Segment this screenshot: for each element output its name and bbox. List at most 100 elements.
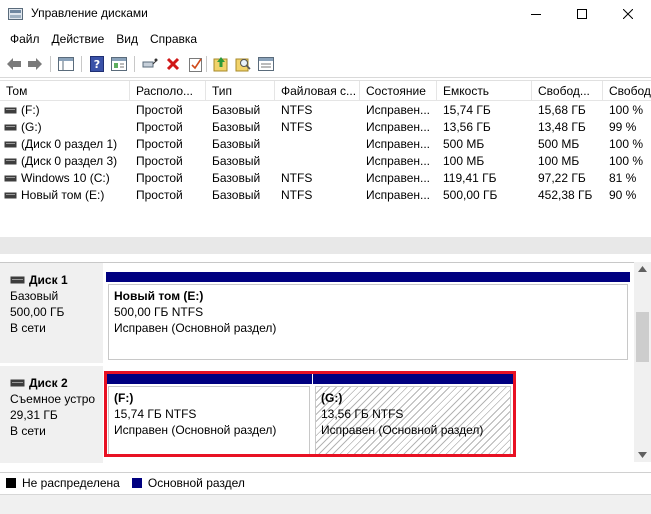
volume-capacity: 500 МБ [443,137,485,151]
menu-view[interactable]: Вид [110,28,144,50]
column-header-capacity[interactable]: Емкость [437,81,532,101]
volume-name: (F:) [21,103,40,117]
partition-name: Новый том (E:) [114,289,204,303]
volume-layout: Простой [136,154,183,168]
volume-capacity: 15,74 ГБ [443,103,491,117]
window-title: Управление дисками [31,6,148,20]
maximize-button[interactable] [559,0,605,28]
menu-help[interactable]: Справка [144,28,203,50]
back-icon [7,58,21,70]
volume-name: Новый том (E:) [21,188,105,202]
properties-button[interactable] [109,54,129,74]
disk-size: 500,00 ГБ [10,305,65,319]
minimize-button[interactable] [513,0,559,28]
volume-capacity: 500,00 ГБ [443,188,498,202]
primary-partition-bar [106,272,630,282]
table-row[interactable]: (G:) Простой Базовый NTFS Исправен... 13… [0,119,651,136]
partition-e[interactable]: Новый том (E:) 500,00 ГБ NTFS Исправен (… [106,272,630,362]
table-row[interactable]: (Диск 0 раздел 1) Простой Базовый Исправ… [0,136,651,153]
volume-status: Исправен... [366,188,431,202]
volume-type: Базовый [212,103,261,117]
horizontal-scrollbar[interactable] [0,237,651,254]
disk-status: В сети [10,321,46,335]
legend-primary: Основной раздел [147,475,245,490]
volume-free-percent: 90 % [609,188,637,202]
settings-button[interactable] [256,54,276,74]
check-button[interactable] [186,54,206,74]
export-icon [213,57,228,72]
close-button[interactable] [605,0,651,28]
volume-list: Том Располо... Тип Файловая с... Состоян… [0,80,651,257]
help-button[interactable]: ? [87,54,107,74]
column-header-layout[interactable]: Располо... [130,81,206,101]
volume-type: Базовый [212,154,261,168]
volume-free-percent: 99 % [609,120,637,134]
volume-free-percent: 81 % [609,171,637,185]
volume-filesystem [275,153,360,170]
partition-state: Исправен (Основной раздел) [114,321,277,335]
back-button[interactable] [4,54,24,74]
connect-button[interactable] [140,54,160,74]
menu-file[interactable]: Файл [4,28,46,50]
disk-2-label[interactable]: Диск 2 Съемное устро 29,31 ГБ В сети [0,366,103,463]
partition-info: 500,00 ГБ NTFS [114,305,204,319]
volume-free-space: 100 МБ [538,154,580,168]
vertical-scrollbar[interactable] [634,262,651,462]
column-header-free-space[interactable]: Свобод... [532,81,603,101]
volume-free-percent: 100 % [609,154,644,168]
maximize-icon [577,9,587,19]
table-row[interactable]: Windows 10 (C:) Простой Базовый NTFS Исп… [0,170,651,187]
column-header-status[interactable]: Состояние [360,81,437,101]
console-tree-icon [58,57,74,71]
delete-button[interactable] [163,54,183,74]
svg-text:?: ? [94,58,100,71]
volume-name: (Диск 0 раздел 3) [21,154,118,168]
drive-icon [4,158,17,165]
volume-free-space: 97,22 ГБ [538,171,586,185]
volume-type: Базовый [212,171,261,185]
unallocated-swatch [6,477,16,488]
disk-1-label[interactable]: Диск 1 Базовый 500,00 ГБ В сети [0,263,103,363]
close-icon [623,9,633,19]
drive-icon [4,192,17,199]
column-header-free-percent[interactable]: Свобод [603,81,651,101]
disk-pane: Диск 1 Базовый 500,00 ГБ В сети Новый то… [0,262,651,463]
table-row[interactable]: (F:) Простой Базовый NTFS Исправен... 15… [0,102,651,119]
volume-filesystem [275,136,360,153]
volume-free-space: 500 МБ [538,137,580,151]
volume-status: Исправен... [366,120,431,134]
console-tree-button[interactable] [56,54,76,74]
volume-list-header: Том Располо... Тип Файловая с... Состоян… [0,81,651,101]
scroll-thumb[interactable] [636,312,649,362]
search-button[interactable] [233,54,253,74]
disk-icon [10,379,25,387]
volume-free-space: 452,38 ГБ [538,188,593,202]
primary-swatch [131,477,142,488]
disk-management-icon [8,8,23,20]
disk-status: В сети [10,424,46,438]
disk-icon [10,276,25,284]
column-header-filesystem[interactable]: Файловая с... [275,81,360,101]
title-bar: Управление дисками [0,0,651,28]
legend: Не распределена Основной раздел [0,472,651,492]
menu-action[interactable]: Действие [46,28,111,50]
forward-button[interactable] [25,54,45,74]
column-header-volume[interactable]: Том [0,81,130,101]
volume-filesystem: NTFS [281,171,313,185]
settings-icon [258,57,274,71]
volume-name: Windows 10 (C:) [21,171,110,185]
volume-name: (Диск 0 раздел 1) [21,137,118,151]
table-row[interactable]: (Диск 0 раздел 3) Простой Базовый Исправ… [0,153,651,170]
volume-free-percent: 100 % [609,137,644,151]
volume-capacity: 100 МБ [443,154,485,168]
properties-icon [111,57,127,71]
minimize-icon [531,14,541,15]
column-header-type[interactable]: Тип [206,81,275,101]
volume-name: (G:) [21,120,42,134]
export-button[interactable] [211,54,231,74]
connect-icon [142,58,158,68]
volume-capacity: 13,56 ГБ [443,120,491,134]
status-bar [0,494,651,514]
table-row[interactable]: Новый том (E:) Простой Базовый NTFS Испр… [0,187,651,204]
volume-filesystem: NTFS [281,120,313,134]
